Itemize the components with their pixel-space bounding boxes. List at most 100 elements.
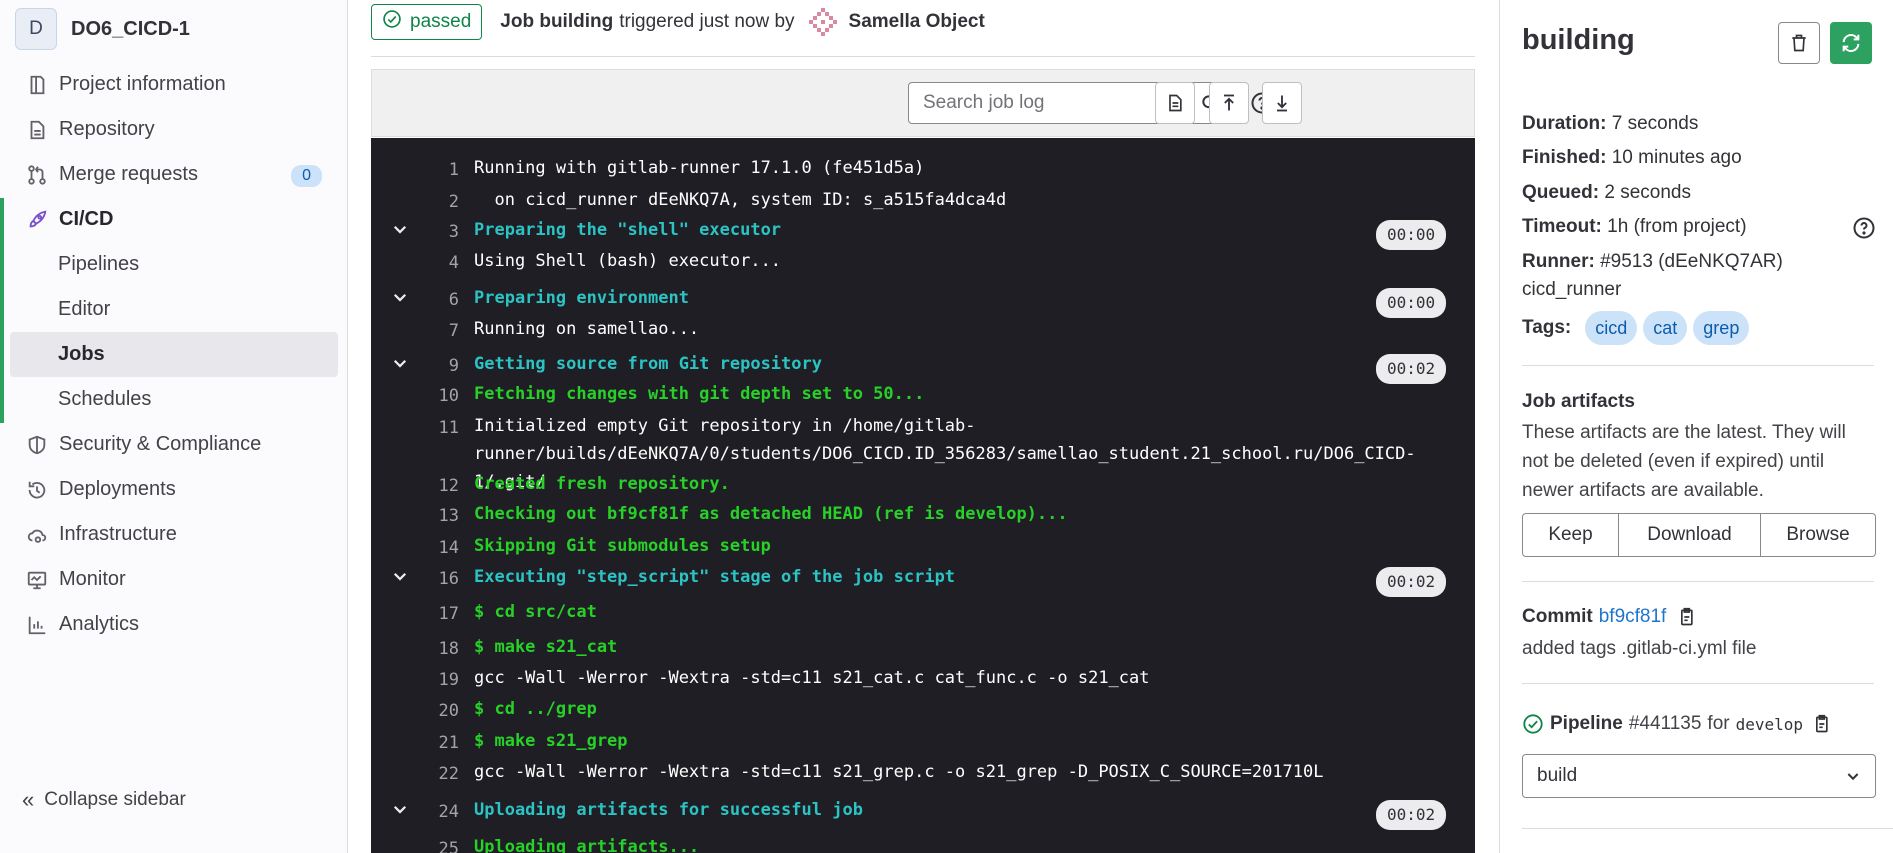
pipeline-ref[interactable]: develop [1736, 715, 1803, 734]
log-text: $ cd src/cat [474, 602, 597, 622]
section-duration-badge: 00:00 [1376, 288, 1447, 318]
erase-log-button[interactable] [1778, 22, 1820, 64]
log-text: $ make s21_grep [474, 731, 628, 751]
job-title: building [1522, 24, 1635, 56]
line-number[interactable]: 11 [419, 418, 459, 438]
sidebar-item-deployments[interactable]: Deployments [0, 467, 348, 512]
sidebar-item-infrastructure[interactable]: Infrastructure [0, 512, 348, 557]
project-name[interactable]: DO6_CICD-1 [71, 18, 190, 41]
chevron-down-icon[interactable] [391, 220, 411, 240]
finished-row: Finished: 10 minutes ago [1522, 147, 1742, 169]
chevron-down-icon[interactable] [391, 567, 411, 587]
sidebar-item-monitor[interactable]: Monitor [0, 557, 348, 602]
line-number[interactable]: 25 [419, 839, 459, 853]
line-number[interactable]: 17 [419, 604, 459, 624]
line-number[interactable]: 10 [419, 386, 459, 406]
question-icon[interactable] [1852, 216, 1876, 240]
collapse-sidebar-button[interactable]: « Collapse sidebar [22, 787, 186, 813]
raw-log-button[interactable] [1155, 82, 1195, 124]
artifacts-button-group: Keep Download Browse [1522, 513, 1876, 557]
timeout-label: Timeout: [1522, 216, 1602, 237]
sidebar-item-analytics[interactable]: Analytics [0, 602, 348, 647]
commit-label: Commit [1522, 606, 1593, 627]
triggered-text: triggered just now by [619, 11, 795, 32]
line-number[interactable]: 4 [419, 253, 459, 273]
tag-badge[interactable]: cat [1643, 311, 1688, 345]
file-text-icon [1169, 94, 1182, 112]
project-header[interactable]: D DO6_CICD-1 [15, 6, 190, 52]
sidebar-item-label: Deployments [59, 478, 176, 500]
commit-sha-link[interactable]: bf9cf81f [1599, 606, 1667, 628]
copy-icon[interactable] [1811, 713, 1831, 735]
line-number[interactable]: 1 [419, 160, 459, 180]
search-input[interactable] [909, 83, 1189, 123]
sidebar-item-schedules[interactable]: Schedules [0, 377, 348, 422]
line-number[interactable]: 3 [419, 222, 459, 242]
sidebar-item-project-information[interactable]: Project information [0, 62, 348, 107]
chevron-down-icon[interactable] [391, 354, 411, 374]
pipeline-id[interactable]: #441135 [1629, 713, 1702, 735]
stage-select-value: build [1537, 765, 1578, 786]
count-badge: 0 [291, 165, 322, 187]
scroll-to-bottom-button[interactable] [1262, 82, 1302, 124]
tag-badge[interactable]: grep [1693, 311, 1750, 345]
runner-row: Runner: #9513 (dEeNKQ7AR) [1522, 251, 1783, 273]
rocket-icon [25, 208, 49, 232]
log-text: on cicd_runner dEeNKQ7A, system ID: s_a5… [474, 190, 1007, 210]
commit-message: added tags .gitlab-ci.yml file [1522, 638, 1757, 659]
user-name[interactable]: Samella Object [849, 11, 985, 33]
line-number[interactable]: 2 [419, 192, 459, 212]
sidebar-item-merge-requests[interactable]: Merge requests 0 [0, 152, 348, 197]
pipeline-for-text: for [1707, 713, 1730, 734]
line-number[interactable]: 6 [419, 290, 459, 310]
divider [1522, 365, 1874, 366]
project-avatar: D [15, 8, 57, 50]
copy-icon[interactable] [1676, 606, 1696, 628]
line-number[interactable]: 22 [419, 764, 459, 784]
sidebar-item-security[interactable]: Security & Compliance [0, 422, 348, 467]
timeout-row: Timeout: 1h (from project) [1522, 216, 1747, 238]
log-text: $ make s21_cat [474, 637, 618, 657]
line-number[interactable]: 21 [419, 733, 459, 753]
download-button[interactable]: Download [1619, 514, 1761, 556]
tag-badge[interactable]: cicd [1585, 311, 1638, 345]
sidebar-item-editor[interactable]: Editor [0, 287, 348, 332]
line-number[interactable]: 12 [419, 476, 459, 496]
retry-button[interactable] [1830, 22, 1872, 64]
user-avatar[interactable] [806, 6, 839, 38]
finished-label: Finished: [1522, 147, 1607, 168]
queued-row: Queued: 2 seconds [1522, 182, 1691, 204]
stage-select[interactable]: build [1522, 754, 1876, 798]
job-trigger-info: Job building triggered just now by Samel… [500, 6, 985, 38]
sidebar-nav: Project information Repository Merge req… [0, 62, 348, 647]
status-badge[interactable]: passed [371, 4, 483, 40]
pipeline-row: Pipeline #441135 for develop [1522, 713, 1831, 735]
log-text: Preparing the "shell" executor [474, 220, 782, 240]
log-text: Fetching changes with git depth set to 5… [474, 384, 925, 404]
sidebar-item-repository[interactable]: Repository [0, 107, 348, 152]
line-number[interactable]: 14 [419, 538, 459, 558]
line-number[interactable]: 20 [419, 701, 459, 721]
line-number[interactable]: 24 [419, 802, 459, 822]
sidebar-item-pipelines[interactable]: Pipelines [0, 242, 348, 287]
sidebar-item-cicd[interactable]: CI/CD [0, 197, 348, 242]
chevron-down-icon[interactable] [391, 288, 411, 308]
browse-button[interactable]: Browse [1761, 514, 1875, 556]
line-number[interactable]: 13 [419, 506, 459, 526]
divider [1522, 581, 1874, 582]
chevron-down-icon[interactable] [391, 800, 411, 820]
log-text: Executing "step_script" stage of the job… [474, 567, 956, 587]
line-number[interactable]: 18 [419, 639, 459, 659]
job-log: 1 Running with gitlab-runner 17.1.0 (fe45… [371, 138, 1475, 853]
duration-label: Duration: [1522, 113, 1607, 134]
keep-button[interactable]: Keep [1523, 514, 1619, 556]
retry-icon [1842, 34, 1860, 52]
line-number[interactable]: 19 [419, 670, 459, 690]
job-details-sidebar: building Duration: 7 seconds Finished: 1… [1499, 0, 1893, 853]
scroll-to-top-button[interactable] [1209, 82, 1249, 124]
log-text: Checking out bf9cf81f as detached HEAD (… [474, 504, 1068, 524]
line-number[interactable]: 7 [419, 321, 459, 341]
sidebar-item-jobs[interactable]: Jobs [10, 332, 338, 377]
line-number[interactable]: 16 [419, 569, 459, 589]
line-number[interactable]: 9 [419, 356, 459, 376]
